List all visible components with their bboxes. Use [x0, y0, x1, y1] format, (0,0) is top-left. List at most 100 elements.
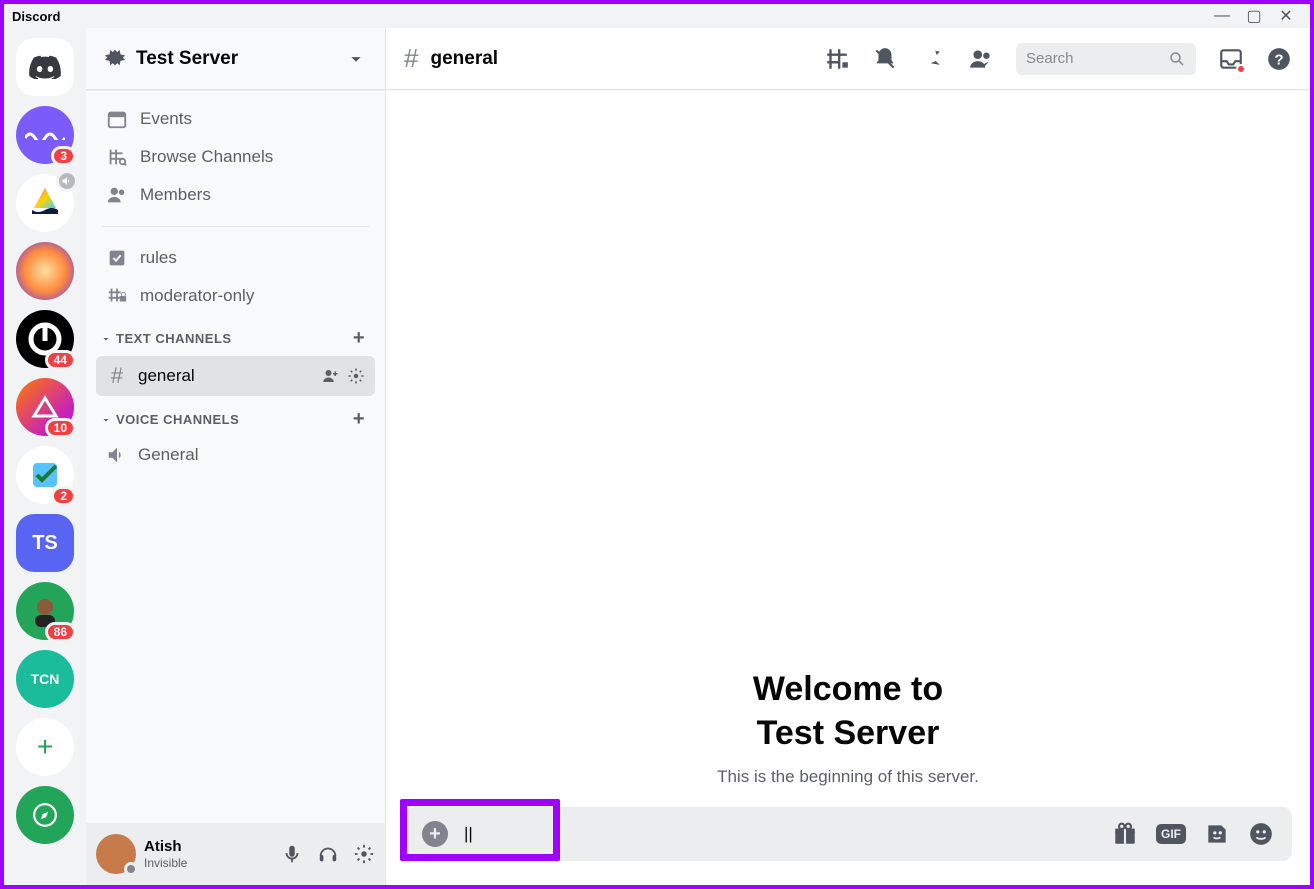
mic-button[interactable] — [281, 843, 303, 865]
gear-icon[interactable] — [347, 367, 365, 385]
sailboat-icon — [26, 184, 64, 222]
channel-header: # general Search ? — [386, 28, 1310, 90]
wave-icon — [25, 130, 65, 140]
category-voice-label: VOICE CHANNELS — [116, 412, 239, 427]
server-item[interactable]: 10 — [16, 378, 74, 436]
add-server-button[interactable]: + — [16, 718, 74, 776]
chevron-down-icon — [100, 333, 112, 345]
member-list-button[interactable] — [968, 46, 994, 72]
server-label: TS — [32, 532, 58, 555]
unread-badge: 3 — [51, 146, 76, 166]
emoji-button[interactable] — [1248, 821, 1274, 847]
server-rail: 3 44 10 2 TS 86 TC — [4, 28, 86, 885]
search-icon — [1168, 50, 1186, 68]
hash-lock-icon — [106, 285, 128, 307]
server-item[interactable]: 44 — [16, 310, 74, 368]
voice-channel-general[interactable]: General — [96, 437, 375, 473]
welcome-title: Welcome to Test Server — [753, 667, 943, 755]
channel-general[interactable]: # general — [96, 356, 375, 396]
notifications-button[interactable] — [872, 46, 898, 72]
speaker-icon — [106, 444, 128, 466]
welcome-subtitle: This is the beginning of this server. — [717, 767, 979, 787]
gift-button[interactable] — [1112, 821, 1138, 847]
explore-button[interactable] — [16, 786, 74, 844]
window-maximize[interactable]: ▢ — [1238, 6, 1270, 26]
server-item[interactable] — [16, 174, 74, 232]
server-item[interactable]: 86 — [16, 582, 74, 640]
events-label: Events — [140, 109, 192, 129]
members-label: Members — [140, 185, 211, 205]
browse-label: Browse Channels — [140, 147, 273, 167]
browse-icon — [106, 146, 128, 168]
server-boost-icon — [104, 48, 126, 70]
headphones-button[interactable] — [317, 843, 339, 865]
user-name: Atish — [144, 838, 187, 856]
svg-text:?: ? — [1274, 51, 1283, 68]
unread-badge: 2 — [51, 486, 76, 506]
category-text-label: TEXT CHANNELS — [116, 331, 232, 346]
sidebar-events[interactable]: Events — [96, 100, 375, 138]
window-close[interactable]: ✕ — [1270, 6, 1302, 26]
titlebar: Discord — ▢ ✕ — [4, 4, 1310, 28]
help-button[interactable]: ? — [1266, 46, 1292, 72]
app-title: Discord — [12, 9, 60, 24]
server-item[interactable]: 2 — [16, 446, 74, 504]
server-item[interactable]: 3 — [16, 106, 74, 164]
search-placeholder: Search — [1026, 50, 1074, 67]
category-text[interactable]: TEXT CHANNELS + — [96, 315, 375, 356]
unread-badge: 86 — [45, 622, 76, 642]
settings-button[interactable] — [353, 843, 375, 865]
search-box[interactable]: Search — [1016, 43, 1196, 75]
moderator-label: moderator-only — [140, 286, 254, 306]
user-panel: Atish Invisible — [86, 823, 385, 885]
chevron-down-icon — [100, 414, 112, 426]
invite-icon[interactable] — [321, 367, 339, 385]
unread-badge: 44 — [45, 350, 76, 370]
main-area: # general Search ? Welcome t — [386, 28, 1310, 885]
chevron-down-icon — [345, 48, 367, 70]
gif-button[interactable]: GIF — [1156, 824, 1186, 844]
category-voice[interactable]: VOICE CHANNELS + — [96, 396, 375, 437]
sidebar-browse[interactable]: Browse Channels — [96, 138, 375, 176]
server-item[interactable] — [16, 242, 74, 300]
pinned-button[interactable] — [920, 46, 946, 72]
attach-button[interactable]: + — [422, 821, 448, 847]
home-button[interactable] — [16, 38, 74, 96]
unread-badge: 10 — [45, 418, 76, 438]
channel-moderator[interactable]: moderator-only — [96, 277, 375, 315]
threads-button[interactable] — [824, 46, 850, 72]
channel-sidebar: Test Server Events Browse Channels Membe… — [86, 28, 386, 885]
inbox-badge — [1236, 64, 1246, 74]
message-input[interactable] — [464, 824, 1096, 844]
hash-icon: # — [106, 363, 128, 389]
server-item[interactable]: TCN — [16, 650, 74, 708]
add-channel-button[interactable]: + — [353, 327, 371, 350]
discord-logo-icon — [29, 55, 61, 79]
server-item-ts[interactable]: TS — [16, 514, 74, 572]
message-composer: + GIF — [404, 807, 1292, 861]
user-status: Invisible — [144, 856, 187, 870]
channel-general-label: general — [138, 366, 195, 386]
window-minimize[interactable]: — — [1206, 7, 1238, 25]
channel-rules[interactable]: rules — [96, 239, 375, 277]
members-icon — [106, 184, 128, 206]
rules-label: rules — [140, 248, 177, 268]
rules-icon — [106, 247, 128, 269]
server-name: Test Server — [136, 48, 238, 70]
compass-icon — [32, 802, 58, 828]
sticker-button[interactable] — [1204, 821, 1230, 847]
server-label: TCN — [31, 671, 60, 687]
hash-icon: # — [404, 43, 418, 74]
speaker-icon — [56, 170, 78, 192]
message-area: Welcome to Test Server This is the begin… — [386, 90, 1310, 807]
voice-general-label: General — [138, 445, 198, 465]
channel-title: general — [430, 48, 498, 70]
status-dot-icon — [124, 862, 138, 876]
server-header[interactable]: Test Server — [86, 28, 385, 90]
sidebar-members[interactable]: Members — [96, 176, 375, 214]
calendar-icon — [106, 108, 128, 130]
inbox-button[interactable] — [1218, 46, 1244, 72]
divider — [102, 226, 369, 227]
user-avatar[interactable] — [96, 834, 136, 874]
add-channel-button[interactable]: + — [353, 408, 371, 431]
